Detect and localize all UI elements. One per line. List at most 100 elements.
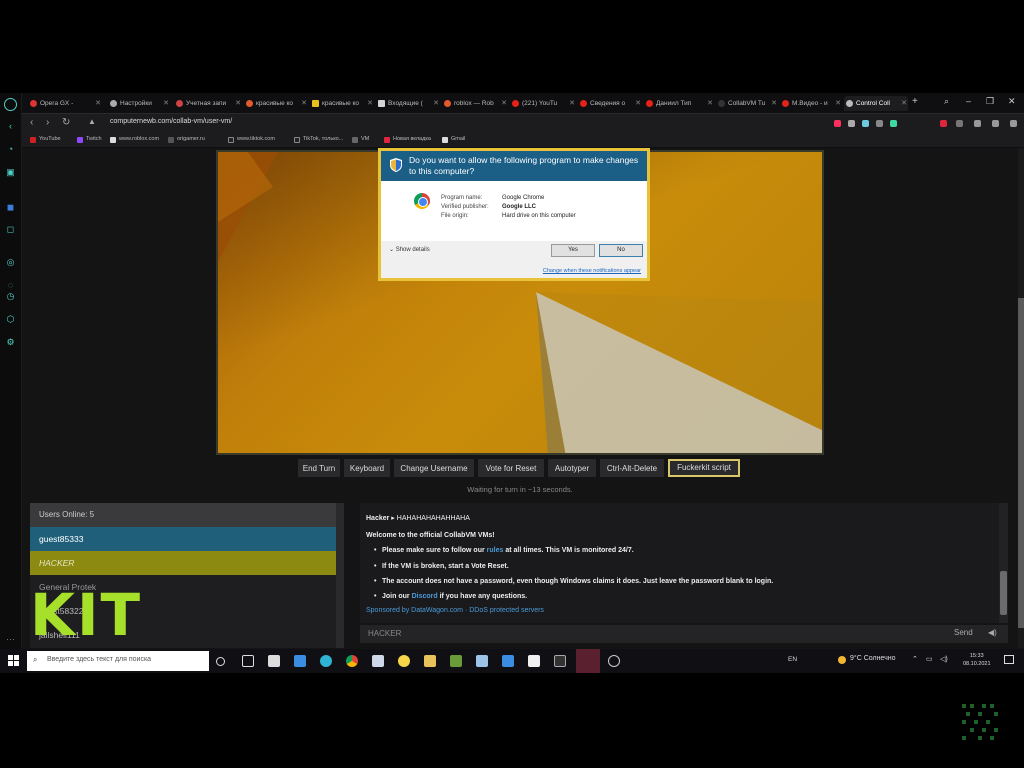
opera-logo-icon[interactable]	[4, 98, 17, 111]
vpn-icon[interactable]	[834, 120, 841, 127]
send-button[interactable]: Send	[954, 628, 973, 637]
close-tab-icon[interactable]: ✕	[835, 96, 841, 111]
discord-icon[interactable]: ◼	[4, 201, 17, 214]
cortana-icon[interactable]	[216, 657, 225, 666]
notification-settings-link[interactable]: Change when these notifications appear	[543, 268, 641, 274]
autotyper-button[interactable]: Autotyper	[548, 459, 596, 477]
users-scrollbar[interactable]	[336, 503, 344, 648]
yes-button[interactable]: Yes	[551, 244, 595, 257]
close-tab-icon[interactable]: ✕	[163, 96, 169, 111]
tab[interactable]: Настройки ✕	[108, 96, 170, 111]
yandex-icon[interactable]	[398, 655, 410, 667]
close-window-icon[interactable]: ✕	[1008, 96, 1016, 107]
twitch-icon[interactable]: ▣	[4, 166, 17, 179]
bookmark[interactable]: origamer.ru	[168, 136, 205, 143]
show-details-toggle[interactable]: ⌄ Show details	[389, 246, 430, 253]
play-icon[interactable]	[876, 120, 883, 127]
tab[interactable]: (221) YouTu ✕	[510, 96, 576, 111]
tab-active[interactable]: Control Coll ✕	[844, 96, 908, 111]
bookmark[interactable]: www.roblox.com	[110, 136, 159, 143]
tab[interactable]: Даниил Тип ✕	[644, 96, 714, 111]
maximize-icon[interactable]: ❐	[986, 96, 994, 107]
keyboard-button[interactable]: Keyboard	[344, 459, 390, 477]
ctrl-alt-delete-button[interactable]: Ctrl-Alt-Delete	[600, 459, 664, 477]
tab[interactable]: M.Видео - и ✕	[780, 96, 842, 111]
tab[interactable]: roblox — Rob ✕	[442, 96, 508, 111]
close-tab-icon[interactable]: ✕	[95, 96, 101, 111]
close-tab-icon[interactable]: ✕	[367, 96, 373, 111]
forward-icon[interactable]: ›	[46, 117, 49, 128]
close-tab-icon[interactable]: ✕	[235, 96, 241, 111]
app-icon[interactable]	[372, 655, 384, 667]
notifications-icon[interactable]	[1004, 655, 1014, 664]
sponsor-link[interactable]: Sponsored by DataWagon.com · DDoS protec…	[366, 607, 544, 614]
script-button[interactable]: Fuckerkit script	[668, 459, 740, 477]
bookmark-folder[interactable]: VM	[352, 136, 369, 143]
back-icon[interactable]: ‹	[30, 117, 33, 128]
page-scrollbar[interactable]	[1018, 148, 1024, 648]
bookmark[interactable]: Twitch	[77, 136, 102, 143]
shield-icon[interactable]	[862, 120, 869, 127]
discord-link[interactable]: Discord	[412, 593, 438, 600]
extension-icon[interactable]	[940, 120, 947, 127]
settings-icon[interactable]: ⚙	[4, 336, 17, 349]
opera-gx-icon[interactable]	[576, 649, 600, 673]
minimize-icon[interactable]: –	[966, 96, 971, 106]
close-tab-icon[interactable]: ✕	[707, 96, 713, 111]
tab[interactable]: красивые ко ✕	[244, 96, 308, 111]
close-tab-icon[interactable]: ✕	[569, 96, 575, 111]
tab[interactable]: Opera GX - ✕	[28, 96, 102, 111]
url-input[interactable]: computernewb.com/collab-vm/user-vm/	[110, 118, 232, 125]
chat-scroll-thumb[interactable]	[1000, 571, 1007, 615]
document-icon[interactable]	[528, 655, 540, 667]
new-tab-button[interactable]: +	[912, 96, 918, 107]
camera-icon[interactable]	[848, 120, 855, 127]
rules-link[interactable]: rules	[487, 547, 504, 554]
puzzle-icon[interactable]	[956, 120, 963, 127]
close-tab-icon[interactable]: ✕	[635, 96, 641, 111]
app-icon[interactable]	[476, 655, 488, 667]
edge-icon[interactable]	[320, 655, 332, 667]
tray-chevron-icon[interactable]: ⌃	[912, 655, 918, 663]
input-language[interactable]: EN	[788, 656, 797, 663]
end-turn-button[interactable]: End Turn	[298, 459, 340, 477]
bookmark[interactable]: www.tiktok.com	[228, 136, 275, 143]
extensions-icon[interactable]: ⬡	[4, 313, 17, 326]
app-icon[interactable]	[502, 655, 514, 667]
reload-icon[interactable]: ↻	[62, 117, 70, 128]
tab[interactable]: Входящие (✕	[376, 96, 440, 111]
chrome-icon[interactable]	[346, 655, 358, 667]
change-username-button[interactable]: Change Username	[394, 459, 474, 477]
speaker-icon[interactable]: ◀)	[988, 628, 997, 637]
close-tab-icon[interactable]: ✕	[301, 96, 307, 111]
app-icon[interactable]	[554, 655, 566, 667]
bookmark[interactable]: TikTok, только...	[294, 136, 343, 143]
user-item[interactable]: HACKER	[30, 551, 336, 575]
tab[interactable]: Учетная запи ✕	[174, 96, 242, 111]
page-scroll-thumb[interactable]	[1018, 298, 1024, 628]
bookmark[interactable]: YouTube	[30, 136, 61, 143]
tab[interactable]: Сведения о ✕	[578, 96, 642, 111]
chat-scrollbar[interactable]	[999, 503, 1008, 623]
volume-icon[interactable]: ◁)	[940, 655, 948, 663]
store-icon[interactable]	[268, 655, 280, 667]
bookmark[interactable]: Новая вкладка	[384, 136, 431, 143]
weather-widget[interactable]: 9°C Солнечно	[838, 655, 896, 664]
bookmark[interactable]: Gmail	[442, 136, 465, 143]
taskbar-search-input[interactable]: ⌕ Введите здесь текст для поиска	[27, 651, 209, 671]
tab[interactable]: CollabVM Tu ✕	[716, 96, 778, 111]
more-icon[interactable]: ⋯	[4, 633, 17, 646]
network-icon[interactable]: ▭	[926, 655, 933, 663]
close-tab-icon[interactable]: ✕	[901, 96, 907, 111]
easy-setup-icon[interactable]	[974, 120, 981, 127]
menu-icon[interactable]	[1010, 120, 1017, 127]
search-tabs-icon[interactable]: ⌕	[944, 96, 949, 107]
steam-icon[interactable]	[608, 655, 620, 667]
clock[interactable]: 15:33 08.10.2021	[963, 652, 991, 668]
vote-reset-button[interactable]: Vote for Reset	[478, 459, 544, 477]
history-icon[interactable]: ◷	[4, 290, 17, 303]
minecraft-icon[interactable]	[450, 655, 462, 667]
no-button[interactable]: No	[599, 244, 643, 257]
instagram-icon[interactable]: ◻	[4, 223, 17, 236]
tab[interactable]: красивые ко ✕	[310, 96, 374, 111]
